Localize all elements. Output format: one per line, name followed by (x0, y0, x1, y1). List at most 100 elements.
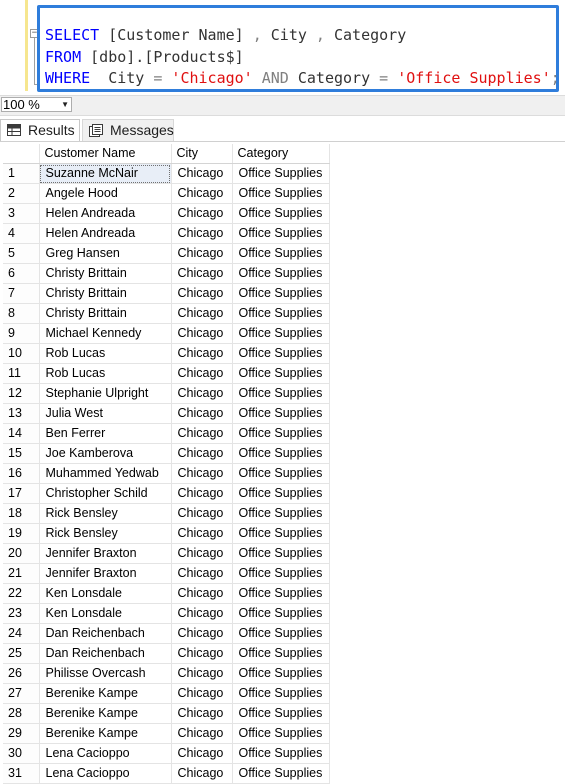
cell-category[interactable]: Office Supplies (232, 423, 330, 444)
table-row[interactable]: 31 Lena Cacioppo Chicago Office Supplies (3, 763, 330, 784)
cell-city[interactable]: Chicago (171, 503, 233, 524)
cell-customer-name[interactable]: Lena Cacioppo (39, 743, 172, 764)
cell-category[interactable]: Office Supplies (232, 523, 330, 544)
table-row[interactable]: 5 Greg Hansen Chicago Office Supplies (3, 243, 330, 264)
cell-category[interactable]: Office Supplies (232, 343, 330, 364)
row-number[interactable]: 12 (3, 383, 40, 404)
row-number[interactable]: 1 (3, 163, 40, 184)
cell-city[interactable]: Chicago (171, 243, 233, 264)
cell-customer-name[interactable]: Muhammed Yedwab (39, 463, 172, 484)
cell-city[interactable]: Chicago (171, 683, 233, 704)
cell-category[interactable]: Office Supplies (232, 643, 330, 664)
cell-customer-name[interactable]: Helen Andreada (39, 203, 172, 224)
cell-customer-name[interactable]: Christy Brittain (39, 303, 172, 324)
row-number[interactable]: 27 (3, 683, 40, 704)
cell-category[interactable]: Office Supplies (232, 763, 330, 784)
cell-customer-name[interactable]: Rick Bensley (39, 523, 172, 544)
cell-customer-name[interactable]: Rob Lucas (39, 363, 172, 384)
cell-city[interactable]: Chicago (171, 763, 233, 784)
cell-category[interactable]: Office Supplies (232, 563, 330, 584)
cell-city[interactable]: Chicago (171, 523, 233, 544)
cell-city[interactable]: Chicago (171, 203, 233, 224)
table-row[interactable]: 26 Philisse Overcash Chicago Office Supplie… (3, 663, 330, 684)
table-row[interactable]: 13 Julia West Chicago Office Supplies (3, 403, 330, 424)
table-row[interactable]: 17 Christopher Schild Chicago Office Suppli… (3, 483, 330, 504)
row-number[interactable]: 25 (3, 643, 40, 664)
cell-category[interactable]: Office Supplies (232, 163, 330, 184)
table-row[interactable]: 16 Muhammed Yedwab Chicago Office Supplies (3, 463, 330, 484)
cell-category[interactable]: Office Supplies (232, 743, 330, 764)
cell-customer-name[interactable]: Lena Cacioppo (39, 763, 172, 784)
cell-city[interactable]: Chicago (171, 283, 233, 304)
cell-category[interactable]: Office Supplies (232, 683, 330, 704)
query-editor[interactable]: − SELECT [Customer Name] , City , Catego… (0, 0, 565, 95)
cell-customer-name[interactable]: Berenike Kampe (39, 683, 172, 704)
row-number[interactable]: 31 (3, 763, 40, 784)
table-row[interactable]: 18 Rick Bensley Chicago Office Supplies (3, 503, 330, 524)
row-number[interactable]: 3 (3, 203, 40, 224)
cell-category[interactable]: Office Supplies (232, 383, 330, 404)
cell-category[interactable]: Office Supplies (232, 443, 330, 464)
cell-category[interactable]: Office Supplies (232, 583, 330, 604)
table-row[interactable]: 8 Christy Brittain Chicago Office Supplies (3, 303, 330, 324)
cell-customer-name[interactable]: Michael Kennedy (39, 323, 172, 344)
table-row[interactable]: 2 Angele Hood Chicago Office Supplies (3, 183, 330, 204)
cell-customer-name[interactable]: Dan Reichenbach (39, 643, 172, 664)
cell-city[interactable]: Chicago (171, 363, 233, 384)
cell-customer-name[interactable]: Helen Andreada (39, 223, 172, 244)
table-row[interactable]: 19 Rick Bensley Chicago Office Supplies (3, 523, 330, 544)
cell-customer-name[interactable]: Julia West (39, 403, 172, 424)
cell-city[interactable]: Chicago (171, 223, 233, 244)
row-number[interactable]: 15 (3, 443, 40, 464)
row-number[interactable]: 13 (3, 403, 40, 424)
cell-customer-name[interactable]: Dan Reichenbach (39, 623, 172, 644)
cell-customer-name[interactable]: Greg Hansen (39, 243, 172, 264)
cell-category[interactable]: Office Supplies (232, 623, 330, 644)
row-number[interactable]: 29 (3, 723, 40, 744)
cell-category[interactable]: Office Supplies (232, 463, 330, 484)
row-number[interactable]: 9 (3, 323, 40, 344)
cell-customer-name[interactable]: Jennifer Braxton (39, 543, 172, 564)
row-number[interactable]: 26 (3, 663, 40, 684)
cell-category[interactable]: Office Supplies (232, 263, 330, 284)
row-number-header[interactable] (3, 144, 40, 164)
table-row[interactable]: 21 Jennifer Braxton Chicago Office Supplies (3, 563, 330, 584)
cell-category[interactable]: Office Supplies (232, 243, 330, 264)
row-number[interactable]: 11 (3, 363, 40, 384)
row-number[interactable]: 19 (3, 523, 40, 544)
cell-city[interactable]: Chicago (171, 183, 233, 204)
row-number[interactable]: 5 (3, 243, 40, 264)
cell-category[interactable]: Office Supplies (232, 603, 330, 624)
cell-city[interactable]: Chicago (171, 303, 233, 324)
cell-city[interactable]: Chicago (171, 263, 233, 284)
table-row[interactable]: 9 Michael Kennedy Chicago Office Supplies (3, 323, 330, 344)
cell-city[interactable]: Chicago (171, 623, 233, 644)
table-row[interactable]: 12 Stephanie Ulpright Chicago Office Suppli… (3, 383, 330, 404)
cell-category[interactable]: Office Supplies (232, 363, 330, 384)
cell-customer-name[interactable]: Christy Brittain (39, 263, 172, 284)
tab-results[interactable]: Results (0, 119, 80, 141)
cell-customer-name[interactable]: Berenike Kampe (39, 703, 172, 724)
table-row[interactable]: 10 Rob Lucas Chicago Office Supplies (3, 343, 330, 364)
table-row[interactable]: 14 Ben Ferrer Chicago Office Supplies (3, 423, 330, 444)
table-row[interactable]: 3 Helen Andreada Chicago Office Supplies (3, 203, 330, 224)
cell-category[interactable]: Office Supplies (232, 323, 330, 344)
cell-city[interactable]: Chicago (171, 663, 233, 684)
column-header-category[interactable]: Category (232, 144, 330, 164)
row-number[interactable]: 23 (3, 603, 40, 624)
cell-category[interactable]: Office Supplies (232, 283, 330, 304)
cell-city[interactable]: Chicago (171, 603, 233, 624)
cell-city[interactable]: Chicago (171, 583, 233, 604)
row-number[interactable]: 2 (3, 183, 40, 204)
table-row[interactable]: 7 Christy Brittain Chicago Office Supplies (3, 283, 330, 304)
cell-category[interactable]: Office Supplies (232, 403, 330, 424)
table-row[interactable]: 6 Christy Brittain Chicago Office Supplies (3, 263, 330, 284)
table-row[interactable]: 28 Berenike Kampe Chicago Office Supplies (3, 703, 330, 724)
column-header-city[interactable]: City (171, 144, 233, 164)
code-line-from[interactable]: FROM [dbo].[Products$] (45, 48, 244, 66)
cell-city[interactable]: Chicago (171, 643, 233, 664)
table-row[interactable]: 30 Lena Cacioppo Chicago Office Supplies (3, 743, 330, 764)
cell-city[interactable]: Chicago (171, 163, 233, 184)
row-number[interactable]: 28 (3, 703, 40, 724)
cell-category[interactable]: Office Supplies (232, 303, 330, 324)
